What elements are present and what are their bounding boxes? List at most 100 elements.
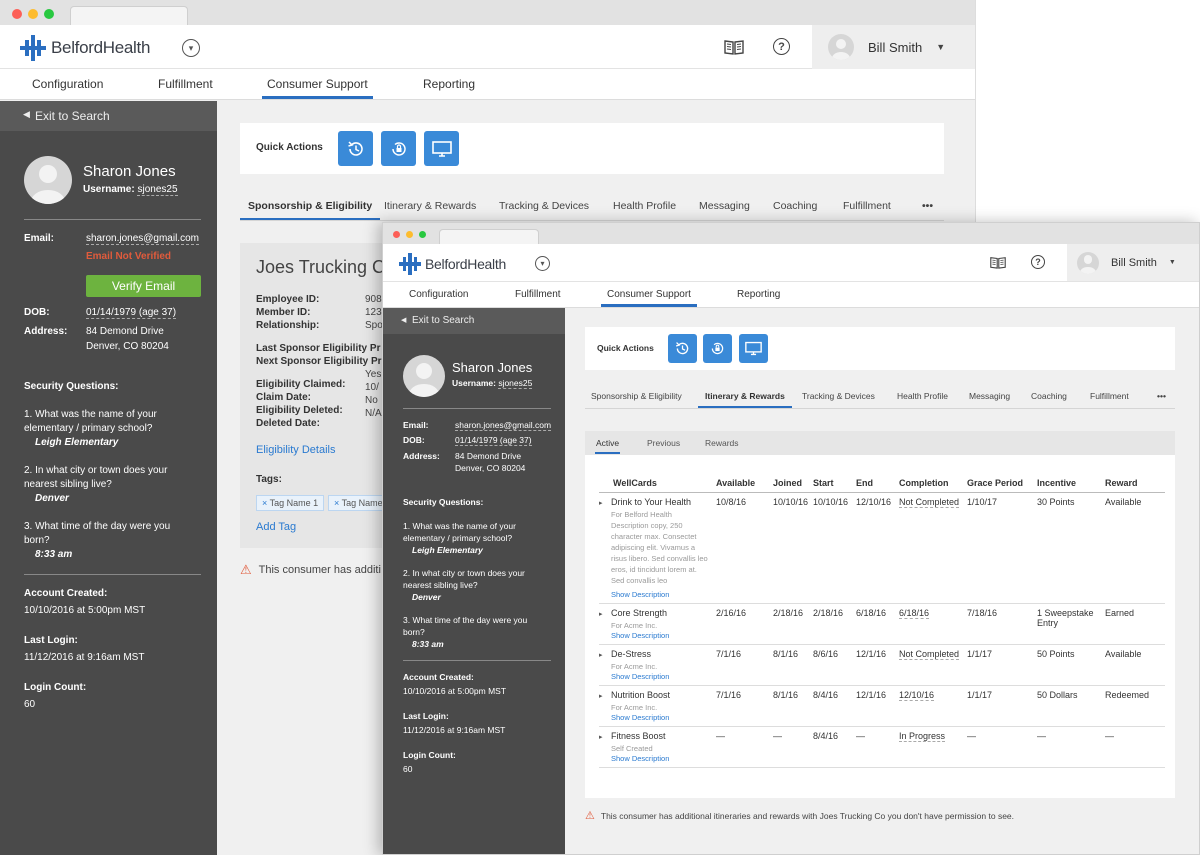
last-login-label: Last Login: [24,635,78,646]
close-dot[interactable] [12,9,22,19]
tag-chip[interactable]: × Tag Name [328,495,389,511]
subtab-active[interactable]: Active [595,438,621,454]
chevron-down-icon[interactable]: ▾ [182,39,200,57]
expand-caret-icon[interactable]: ▸ [599,651,611,659]
table-row[interactable]: ▸ Nutrition Boost For Acme Inc. Show Desc… [599,685,1165,727]
brand-logo[interactable]: BelfordHealth [20,35,150,61]
nav-configuration[interactable]: Configuration [32,77,103,91]
account-created-label: Account Created: [403,672,474,682]
username-value: sjones25 [498,378,533,389]
lock-reset-icon[interactable] [703,334,732,363]
nav-fulfillment[interactable]: Fulfillment [515,289,561,300]
show-description-link[interactable]: Show Description [599,631,716,640]
minimize-dot[interactable] [28,9,38,19]
app-header: BelfordHealth ▾ ? Bill Smith ▼ [383,244,1199,282]
main-nav: Configuration Fulfillment Consumer Suppo… [0,69,975,100]
table-row[interactable]: ▸ De-Stress For Acme Inc. Show Descriptio… [599,644,1165,686]
book-icon[interactable] [989,254,1007,270]
tab-health-profile[interactable]: Health Profile [897,391,948,401]
reward-cell: Available [1105,644,1165,686]
lock-reset-icon[interactable] [381,131,416,166]
grace-cell: 7/18/16 [967,603,1037,645]
show-description-link[interactable]: Show Description [599,590,716,599]
sponsor-fields-labels: Employee ID: Member ID: Relationship: La… [256,293,382,430]
maximize-dot[interactable] [419,231,426,238]
tab-messaging[interactable]: Messaging [969,391,1010,401]
history-icon[interactable] [668,334,697,363]
tab-itinerary-rewards[interactable]: Itinerary & Rewards [384,200,476,212]
show-description-link[interactable]: Show Description [599,672,716,681]
exit-to-search[interactable]: ◀ Exit to Search [383,308,565,334]
browser-tab[interactable] [70,6,188,25]
tab-sponsorship-eligibility[interactable]: Sponsorship & Eligibility [591,391,682,401]
tag-chip[interactable]: × Tag Name 1 [256,495,325,511]
nav-configuration[interactable]: Configuration [409,289,468,300]
dob-value: 01/14/1979 (age 37) [86,307,177,319]
tab-fulfillment[interactable]: Fulfillment [1090,391,1129,401]
question-text: 2. In what city or town does your neares… [403,568,525,590]
question-text: 2. In what city or town does your neares… [24,465,168,490]
available-cell: 7/1/16 [716,644,773,686]
tab-sponsorship-eligibility[interactable]: Sponsorship & Eligibility [240,200,381,220]
reward-cell: Earned [1105,603,1165,645]
tab-tracking-devices[interactable]: Tracking & Devices [499,200,589,212]
user-menu[interactable]: Bill Smith ▼ [812,25,975,69]
nav-reporting[interactable]: Reporting [423,77,475,91]
field-value: Spo [365,320,383,331]
monitor-icon[interactable] [739,334,768,363]
tab-itinerary-rewards[interactable]: Itinerary & Rewards [698,391,792,408]
subtab-rewards[interactable]: Rewards [705,438,739,448]
tab-tracking-devices[interactable]: Tracking & Devices [802,391,875,401]
expand-caret-icon[interactable]: ▸ [599,692,611,700]
minimize-dot[interactable] [406,231,413,238]
login-count-label: Login Count: [24,682,87,693]
remove-tag-icon[interactable]: × [334,498,342,508]
book-icon[interactable] [723,37,745,57]
tab-messaging[interactable]: Messaging [699,200,750,212]
avatar [828,34,854,60]
chevron-down-icon[interactable]: ▾ [535,256,550,271]
monitor-icon[interactable] [424,131,459,166]
history-icon[interactable] [338,131,373,166]
close-dot[interactable] [393,231,400,238]
tab-coaching[interactable]: Coaching [1031,391,1067,401]
expand-caret-icon[interactable]: ▸ [599,610,611,618]
email-value: sharon.jones@gmail.com [455,420,552,431]
question-text: 1. What was the name of your elementary … [24,409,157,434]
tab-fulfillment[interactable]: Fulfillment [843,200,891,212]
brand-logo[interactable]: BelfordHealth [399,253,506,275]
wellcard-name: Fitness Boost [611,731,666,741]
expand-caret-icon[interactable]: ▸ [599,733,611,741]
nav-consumer-support[interactable]: Consumer Support [262,77,373,99]
more-tabs-icon[interactable]: ••• [1157,391,1166,401]
exit-label: Exit to Search [412,315,475,326]
expand-caret-icon[interactable]: ▸ [599,499,611,507]
table-row[interactable]: ▸ Fitness Boost Self Created Show Descrip… [599,726,1165,768]
maximize-dot[interactable] [44,9,54,19]
user-menu[interactable]: Bill Smith ▼ [1067,244,1199,281]
incentive-cell: 50 Points [1037,644,1105,686]
tab-coaching[interactable]: Coaching [773,200,817,212]
nav-reporting[interactable]: Reporting [737,289,780,300]
verify-email-button[interactable]: Verify Email [86,275,201,297]
add-tag-link[interactable]: Add Tag [256,521,296,533]
subtab-previous[interactable]: Previous [647,438,680,448]
table-row[interactable]: ▸ Drink to Your Health For Belford Health… [599,492,1165,604]
login-count-value: 60 [24,699,36,710]
show-description-link[interactable]: Show Description [599,713,716,722]
eligibility-details-link[interactable]: Eligibility Details [256,444,335,456]
field-label: Last Sponsor Eligibility Pr [256,343,381,354]
nav-consumer-support[interactable]: Consumer Support [601,289,697,307]
tab-health-profile[interactable]: Health Profile [613,200,676,212]
dob-value: 01/14/1979 (age 37) [455,435,532,446]
remove-tag-icon[interactable]: × [262,498,270,508]
browser-tab[interactable] [439,229,539,244]
incentive-cell: 1 Sweepstake Entry [1037,603,1105,645]
exit-to-search[interactable]: ◀ Exit to Search [0,101,217,131]
help-icon[interactable]: ? [773,38,790,55]
help-icon[interactable]: ? [1031,255,1045,269]
nav-fulfillment[interactable]: Fulfillment [158,77,213,91]
table-row[interactable]: ▸ Core Strength For Acme Inc. Show Descri… [599,603,1165,645]
show-description-link[interactable]: Show Description [599,754,716,763]
more-tabs-icon[interactable]: ••• [922,200,933,212]
